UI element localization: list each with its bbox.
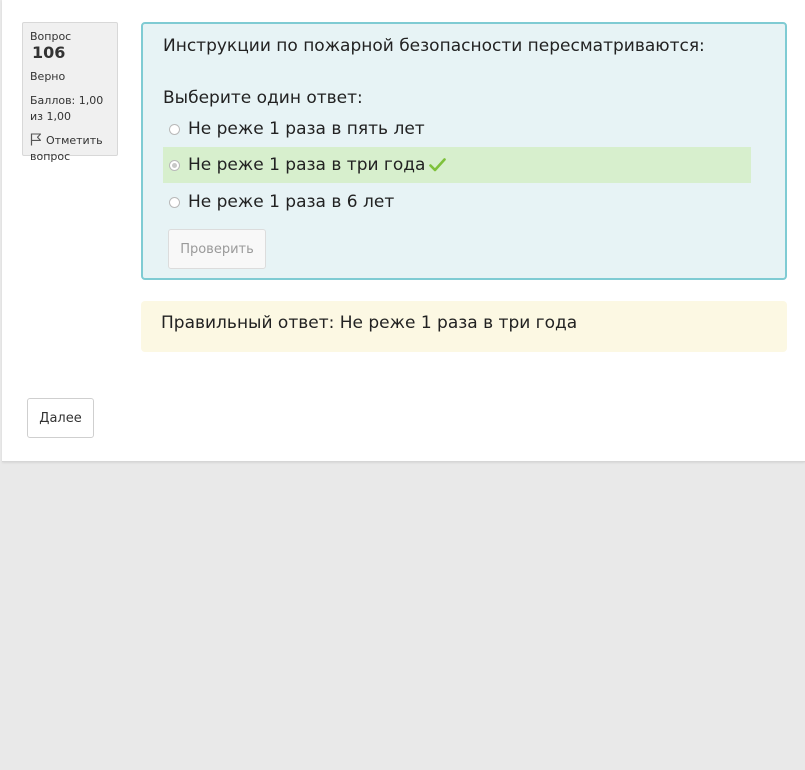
question-state: Верно (30, 70, 66, 83)
question-number-label: Вопрос (30, 30, 72, 43)
question-number: Вопрос 106 (30, 29, 110, 63)
answer-prompt: Выберите один ответ: (163, 88, 363, 108)
answer-radio-2[interactable] (169, 159, 180, 171)
quiz-page: Вопрос 106 Верно Баллов: 1,00 из 1,00 От… (2, 0, 805, 462)
answer-radio-1[interactable] (169, 123, 180, 135)
right-answer-text: Правильный ответ: Не реже 1 раза в три г… (161, 313, 578, 333)
answer-option-1[interactable]: Не реже 1 раза в пять лет (163, 111, 751, 147)
answer-option-label: Не реже 1 раза в 6 лет (188, 192, 395, 212)
question-formulation: Инструкции по пожарной безопасности пере… (141, 22, 787, 280)
answer-option-label: Не реже 1 раза в пять лет (188, 119, 425, 139)
check-button[interactable]: Проверить (168, 229, 266, 269)
flag-question-link[interactable]: Отметить вопрос (30, 133, 110, 165)
checkmark-icon (429, 158, 447, 172)
answer-option-3[interactable]: Не реже 1 раза в 6 лет (163, 184, 751, 220)
question-grade: Баллов: 1,00 из 1,00 (30, 94, 104, 123)
answer-radio-3[interactable] (169, 196, 180, 208)
answer-option-2[interactable]: Не реже 1 раза в три года (163, 147, 751, 183)
question-number-value: 106 (32, 43, 66, 62)
question-info-panel: Вопрос 106 Верно Баллов: 1,00 из 1,00 От… (22, 22, 118, 163)
answer-option-label: Не реже 1 раза в три года (188, 155, 426, 175)
next-button[interactable]: Далее (27, 398, 94, 438)
flag-icon (30, 133, 42, 146)
right-answer-feedback: Правильный ответ: Не реже 1 раза в три г… (141, 301, 787, 352)
question-text: Инструкции по пожарной безопасности пере… (163, 36, 705, 56)
